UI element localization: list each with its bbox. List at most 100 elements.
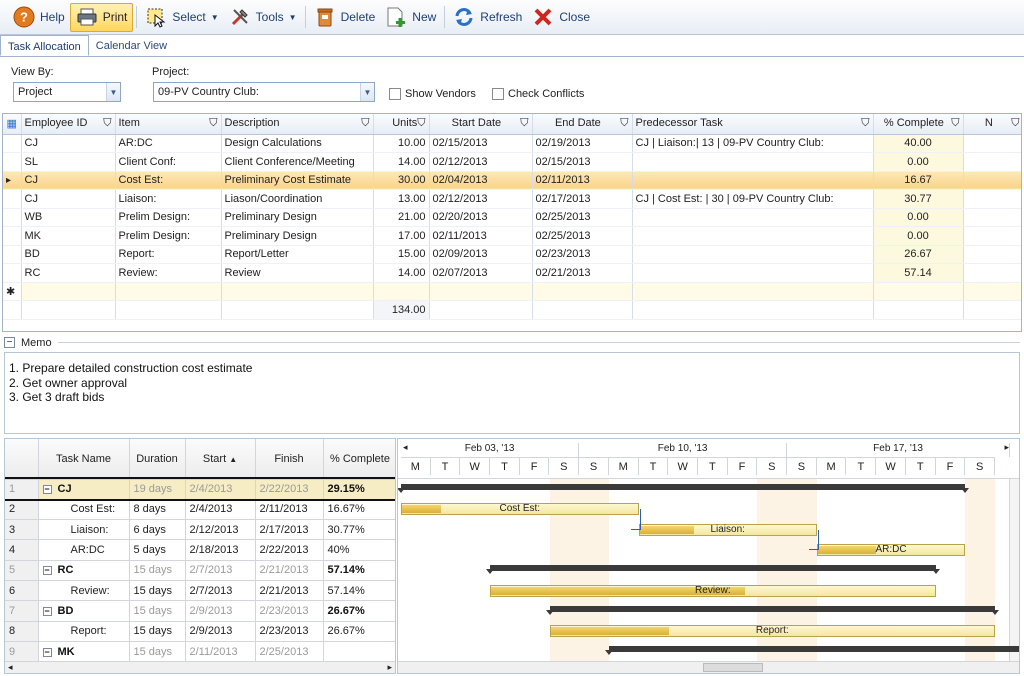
employee-id-cell[interactable]: CJ xyxy=(21,189,116,209)
note-cell[interactable] xyxy=(963,208,1021,227)
summary-bar-bd[interactable] xyxy=(545,605,999,615)
row-indicator[interactable] xyxy=(3,245,22,264)
tab-calendar-view[interactable]: Calendar View xyxy=(89,35,174,56)
note-cell[interactable] xyxy=(963,152,1021,172)
percent-complete-cell[interactable]: 29.15% xyxy=(323,479,395,500)
duration-cell[interactable]: 19 days xyxy=(129,479,186,500)
predecessor-cell[interactable] xyxy=(632,152,874,172)
percent-complete-cell[interactable]: 0.00 xyxy=(873,208,964,227)
row-indicator[interactable] xyxy=(3,208,22,227)
check-conflicts-checkbox[interactable]: Check Conflicts xyxy=(492,88,584,100)
units-cell[interactable]: 10.00 xyxy=(373,134,430,153)
row-number[interactable]: 2 xyxy=(5,499,39,521)
item-cell[interactable]: Liaison: xyxy=(115,189,222,209)
task-row[interactable]: 9− MK 15 days 2/11/2013 2/25/2013 xyxy=(5,641,395,663)
start-date-cell[interactable]: 02/15/2013 xyxy=(429,134,533,153)
percent-complete-cell[interactable]: 57.14% xyxy=(323,580,395,602)
task-name-cell[interactable]: Report: xyxy=(38,621,130,642)
task-name-cell[interactable]: Liaison: xyxy=(38,519,130,541)
finish-cell[interactable]: 2/22/2013 xyxy=(255,479,324,500)
task-name-cell[interactable]: Review: xyxy=(38,580,130,602)
checkbox-box[interactable] xyxy=(389,88,401,100)
employee-id-cell[interactable]: SL xyxy=(21,152,116,172)
scrollbar-thumb[interactable] xyxy=(703,663,763,672)
start-cell[interactable]: 2/4/2013 xyxy=(185,499,256,521)
task-bar-liaison[interactable]: Liaison: xyxy=(638,523,817,536)
col-n[interactable]: N ⛉ xyxy=(963,114,1021,135)
delete-button[interactable]: Delete xyxy=(309,3,381,32)
item-cell[interactable]: Report: xyxy=(115,245,222,264)
table-row[interactable]: SL Client Conf: Client Conference/Meeting 1… xyxy=(3,152,1021,172)
end-date-cell[interactable]: 02/11/2013 xyxy=(532,171,633,190)
item-cell[interactable]: Prelim Design: xyxy=(115,208,222,227)
tools-button[interactable]: Tools ▼ xyxy=(224,3,302,32)
start-date-cell[interactable]: 02/12/2013 xyxy=(429,189,533,209)
horizontal-scrollbar[interactable] xyxy=(398,661,1019,673)
row-number[interactable]: 9 xyxy=(5,641,39,663)
predecessor-cell[interactable] xyxy=(632,171,874,190)
table-row[interactable]: CJ AR:DC Design Calculations 10.00 02/15/201… xyxy=(3,134,1021,153)
duration-cell[interactable]: 5 days xyxy=(129,539,186,561)
chevron-down-icon[interactable]: ▼ xyxy=(360,83,374,101)
task-row[interactable]: 2 Cost Est: 8 days 2/4/2013 2/11/2013 16.67% xyxy=(5,499,395,521)
predecessor-cell[interactable] xyxy=(632,263,874,283)
refresh-button[interactable]: Refresh xyxy=(448,3,527,32)
percent-complete-cell[interactable]: 26.67 xyxy=(873,245,964,264)
start-cell[interactable]: 2/12/2013 xyxy=(185,519,256,541)
note-cell[interactable] xyxy=(963,245,1021,264)
task-name-cell[interactable]: − BD xyxy=(38,600,130,622)
collapse-icon[interactable]: − xyxy=(42,606,52,616)
item-cell[interactable]: Client Conf: xyxy=(115,152,222,172)
employee-id-cell[interactable]: BD xyxy=(21,245,116,264)
finish-cell[interactable]: 2/21/2013 xyxy=(255,560,324,581)
description-cell[interactable]: Preliminary Design xyxy=(221,226,374,246)
end-date-cell[interactable]: 02/25/2013 xyxy=(532,208,633,227)
col-units[interactable]: Units⛉ xyxy=(373,114,430,135)
start-date-cell[interactable]: 02/09/2013 xyxy=(429,245,533,264)
predecessor-cell[interactable]: CJ | Cost Est: | 30 | 09-PV Country Club… xyxy=(632,189,874,209)
col-percent-complete[interactable]: % Complete ⛉ xyxy=(873,114,964,135)
finish-cell[interactable]: 2/25/2013 xyxy=(255,641,324,663)
employee-id-cell[interactable]: CJ xyxy=(21,171,116,190)
col-start[interactable]: Start ▲ xyxy=(185,439,256,480)
memo-header[interactable]: − Memo xyxy=(4,334,1020,351)
start-cell[interactable]: 2/11/2013 xyxy=(185,641,256,663)
project-select[interactable]: 09-PV Country Club: ▼ xyxy=(153,82,375,102)
row-indicator[interactable] xyxy=(3,152,22,172)
task-name-cell[interactable]: Cost Est: xyxy=(38,499,130,521)
predecessor-cell[interactable] xyxy=(632,245,874,264)
task-row[interactable]: 7− BD 15 days 2/9/2013 2/23/2013 26.67% xyxy=(5,600,395,622)
close-button[interactable]: Close xyxy=(527,3,595,32)
print-button[interactable]: Print xyxy=(69,2,134,32)
duration-cell[interactable]: 15 days xyxy=(129,621,186,642)
item-cell[interactable]: Review: xyxy=(115,263,222,283)
percent-complete-cell[interactable]: 26.67% xyxy=(323,600,395,622)
units-cell[interactable]: 14.00 xyxy=(373,152,430,172)
item-cell[interactable]: Prelim Design: xyxy=(115,226,222,246)
units-cell[interactable]: 21.00 xyxy=(373,208,430,227)
task-row[interactable]: 1− CJ 19 days 2/4/2013 2/22/2013 29.15% xyxy=(5,476,395,502)
units-cell[interactable]: 15.00 xyxy=(373,245,430,264)
description-cell[interactable]: Preliminary Design xyxy=(221,208,374,227)
col-end-date[interactable]: End Date ⛉ xyxy=(532,114,633,135)
task-row[interactable]: 5− RC 15 days 2/7/2013 2/21/2013 57.14% xyxy=(5,560,395,581)
row-indicator[interactable] xyxy=(3,189,22,209)
collapse-icon[interactable]: − xyxy=(42,566,52,576)
percent-complete-cell[interactable]: 26.67% xyxy=(323,621,395,642)
percent-complete-cell[interactable]: 16.67 xyxy=(873,171,964,190)
summary-bar-cj[interactable] xyxy=(398,484,970,493)
task-row[interactable]: 3 Liaison: 6 days 2/12/2013 2/17/2013 30.77% xyxy=(5,519,395,541)
description-cell[interactable]: Client Conference/Meeting xyxy=(221,152,374,172)
note-cell[interactable] xyxy=(963,189,1021,209)
percent-complete-cell[interactable] xyxy=(323,641,395,663)
description-cell[interactable]: Review xyxy=(221,263,374,283)
item-cell[interactable]: AR:DC xyxy=(115,134,222,153)
task-bar-cost-est[interactable]: Cost Est: xyxy=(401,503,639,516)
row-indicator[interactable]: ▸ xyxy=(3,171,22,190)
end-date-cell[interactable]: 02/23/2013 xyxy=(532,245,633,264)
col-percent-complete[interactable]: % Complete xyxy=(323,439,395,480)
row-indicator[interactable] xyxy=(3,134,22,153)
summary-bar-rc[interactable] xyxy=(486,565,940,575)
units-cell[interactable]: 14.00 xyxy=(373,263,430,283)
chevron-down-icon[interactable]: ▼ xyxy=(106,83,120,101)
